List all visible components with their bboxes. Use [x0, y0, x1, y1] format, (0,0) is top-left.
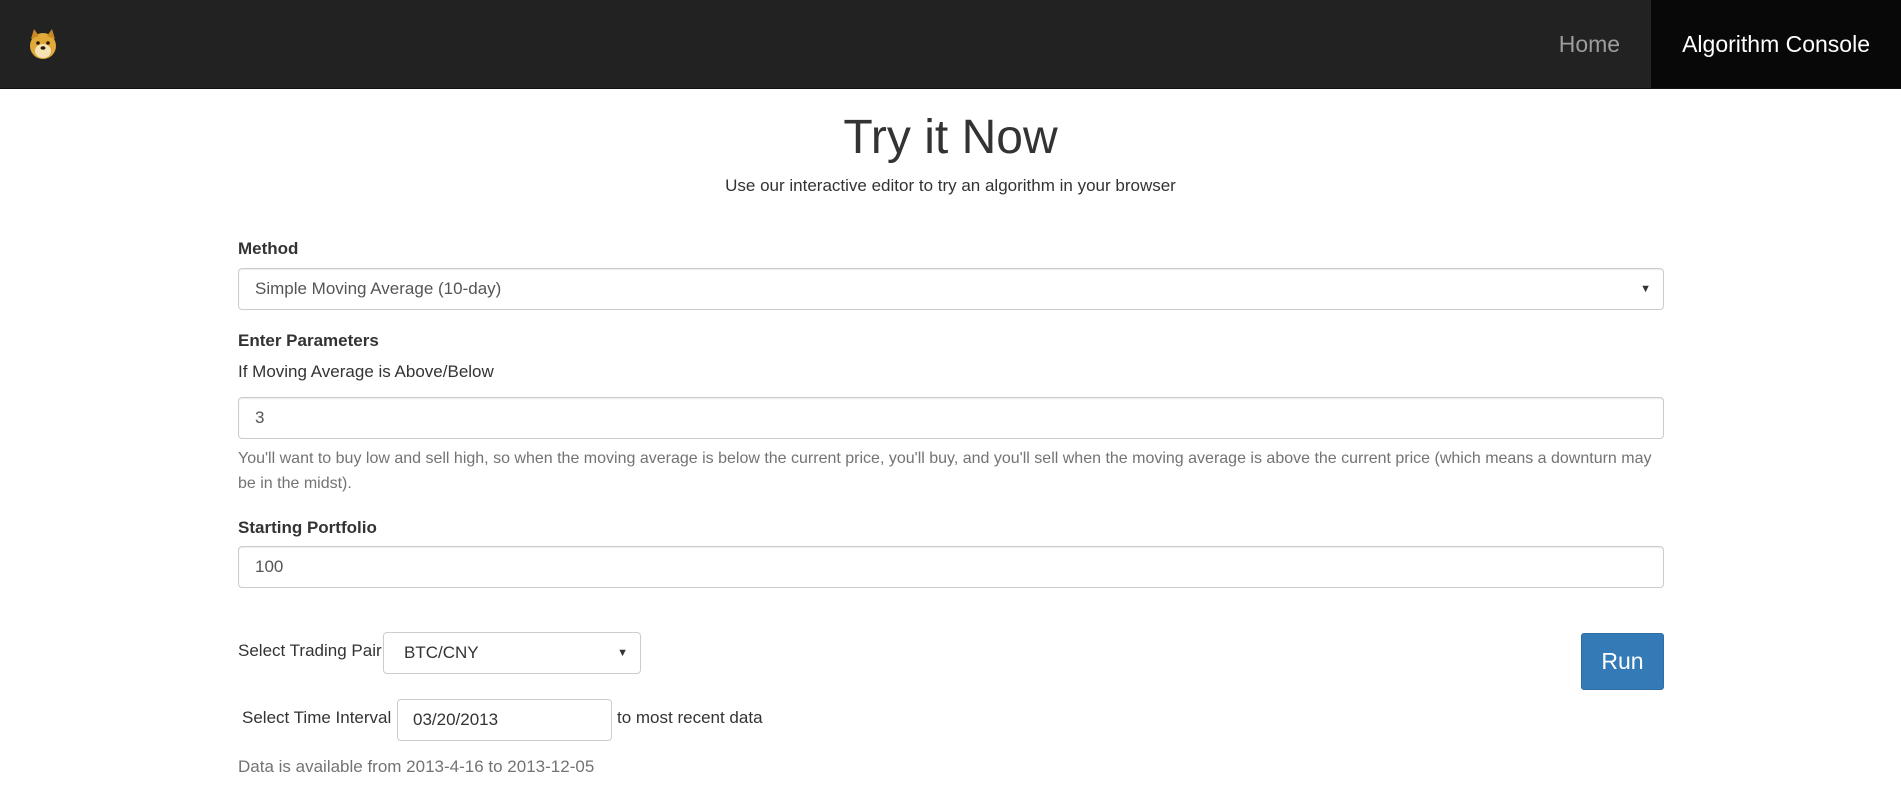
parameters-sublabel: If Moving Average is Above/Below — [238, 362, 494, 381]
method-label: Method — [238, 239, 299, 258]
starting-portfolio-label: Starting Portfolio — [238, 518, 377, 537]
starting-portfolio-input[interactable]: 100 — [238, 546, 1664, 588]
chevron-down-icon: ▼ — [617, 647, 628, 659]
starting-portfolio-value: 100 — [255, 557, 284, 576]
trading-pair-select[interactable]: BTC/CNY ▼ — [383, 632, 641, 674]
nav-home-link[interactable]: Home — [1528, 0, 1651, 88]
trading-pair-value: BTC/CNY — [404, 643, 479, 662]
time-interval-label: Select Time Interval — [242, 708, 392, 727]
method-select[interactable]: Simple Moving Average (10-day) ▼ — [238, 268, 1664, 310]
page-subtitle: Use our interactive editor to try an alg… — [725, 176, 1176, 195]
parameter-help-text: You'll want to buy low and sell high, so… — [238, 450, 1652, 492]
start-date-value: 03/20/2013 — [413, 710, 499, 729]
parameter-input-value: 3 — [255, 408, 265, 427]
trading-pair-label: Select Trading Pair — [238, 641, 382, 660]
nav-algorithm-console-link[interactable]: Algorithm Console — [1651, 0, 1901, 88]
parameter-input[interactable]: 3 — [238, 397, 1664, 439]
method-select-value: Simple Moving Average (10-day) — [255, 279, 502, 298]
start-date-input[interactable]: 03/20/2013 — [397, 699, 612, 741]
page-title: Try it Now — [843, 111, 1058, 164]
doge-logo-icon[interactable] — [28, 27, 58, 61]
chevron-down-icon: ▼ — [1640, 283, 1651, 295]
run-button[interactable]: Run — [1581, 633, 1664, 690]
parameters-label: Enter Parameters — [238, 331, 379, 350]
time-interval-suffix: to most recent data — [617, 708, 763, 727]
nav-links: Home Algorithm Console — [1528, 0, 1901, 88]
navbar: Home Algorithm Console — [0, 0, 1901, 89]
data-availability-text: Data is available from 2013-4-16 to 2013… — [238, 757, 595, 776]
